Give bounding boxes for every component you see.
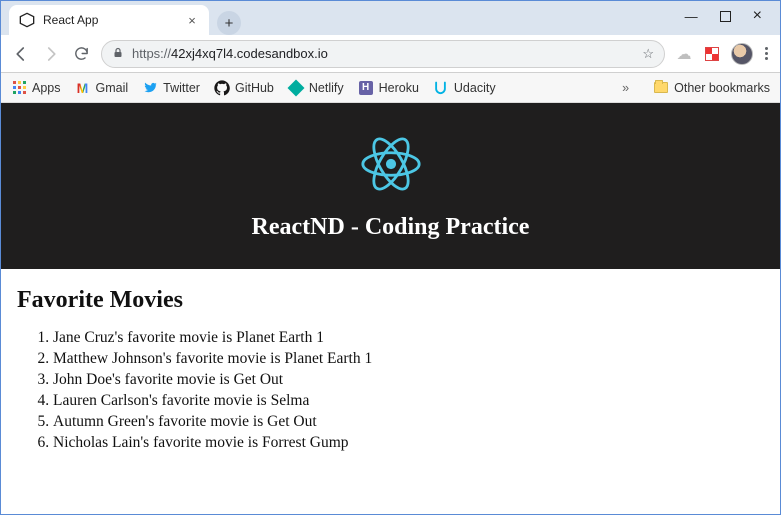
ext-cloud-icon[interactable]: ☁ (675, 45, 693, 63)
url-protocol: https:// (132, 46, 171, 61)
tab-strip: React App × + (1, 1, 685, 35)
favorite-movies-list: Jane Cruz's favorite movie is Planet Ear… (17, 328, 764, 454)
udacity-icon (433, 80, 449, 96)
bookmark-label: Twitter (163, 81, 200, 95)
bookmark-label: Udacity (454, 81, 496, 95)
bookmarks-overflow-icon[interactable]: » (622, 81, 629, 95)
browser-toolbar: https://42xj4xq7l4.codesandbox.io ☆ ☁ (1, 35, 780, 73)
browser-tab-active[interactable]: React App × (9, 5, 209, 35)
page-content: Favorite Movies Jane Cruz's favorite mov… (1, 269, 780, 472)
bookmark-star-icon[interactable]: ☆ (642, 46, 654, 62)
react-favicon-icon (19, 12, 35, 28)
react-logo-icon (356, 133, 426, 198)
url-host: 42xj4xq7l4.codesandbox.io (171, 46, 328, 61)
list-item: Nicholas Lain's favorite movie is Forres… (53, 433, 764, 454)
window-controls: — × (685, 1, 780, 25)
tab-close-icon[interactable]: × (185, 13, 199, 27)
list-item: John Doe's favorite movie is Get Out (53, 370, 764, 391)
nav-reload-button[interactable] (71, 44, 91, 64)
ext-lastpass-icon[interactable] (703, 45, 721, 63)
section-title: Favorite Movies (17, 287, 764, 314)
gmail-icon: M (75, 80, 91, 96)
tab-title: React App (43, 13, 177, 27)
bookmark-label: GitHub (235, 81, 274, 95)
bookmark-netlify[interactable]: Netlify (288, 80, 344, 96)
profile-avatar[interactable] (731, 43, 753, 65)
nav-forward-button[interactable] (41, 44, 61, 64)
url-text: https://42xj4xq7l4.codesandbox.io (132, 46, 634, 61)
bookmark-apps[interactable]: Apps (11, 80, 61, 96)
bookmark-label: Netlify (309, 81, 344, 95)
extension-icons: ☁ (675, 43, 770, 65)
page-viewport[interactable]: ReactND - Coding Practice Favorite Movie… (1, 103, 780, 514)
heroku-icon: H (358, 80, 374, 96)
bookmark-other-folder[interactable]: Other bookmarks (653, 80, 770, 96)
nav-back-button[interactable] (11, 44, 31, 64)
address-bar[interactable]: https://42xj4xq7l4.codesandbox.io ☆ (101, 40, 665, 68)
lock-icon (112, 46, 124, 62)
folder-icon (653, 80, 669, 96)
github-icon (214, 80, 230, 96)
window-minimize-button[interactable]: — (685, 9, 698, 24)
bookmark-label: Gmail (96, 81, 129, 95)
list-item: Jane Cruz's favorite movie is Planet Ear… (53, 328, 764, 349)
list-item: Lauren Carlson's favorite movie is Selma (53, 391, 764, 412)
bookmark-label: Heroku (379, 81, 419, 95)
bookmark-gmail[interactable]: M Gmail (75, 80, 129, 96)
new-tab-button[interactable]: + (217, 11, 241, 35)
bookmark-heroku[interactable]: H Heroku (358, 80, 419, 96)
bookmark-github[interactable]: GitHub (214, 80, 274, 96)
window-maximize-button[interactable] (720, 11, 731, 22)
bookmark-label: Apps (32, 81, 61, 95)
bookmark-udacity[interactable]: Udacity (433, 80, 496, 96)
twitter-icon (142, 80, 158, 96)
bookmarks-bar: Apps M Gmail Twitter GitHub Netlify H He… (1, 73, 780, 103)
window-titlebar: React App × + — × (1, 1, 780, 35)
list-item: Autumn Green's favorite movie is Get Out (53, 412, 764, 433)
hero-banner: ReactND - Coding Practice (1, 103, 780, 269)
netlify-icon (288, 80, 304, 96)
hero-title: ReactND - Coding Practice (1, 214, 780, 241)
kebab-menu-icon[interactable] (763, 47, 770, 60)
window-close-button[interactable]: × (753, 7, 762, 25)
apps-grid-icon (11, 80, 27, 96)
list-item: Matthew Johnson's favorite movie is Plan… (53, 349, 764, 370)
bookmark-label: Other bookmarks (674, 81, 770, 95)
bookmark-twitter[interactable]: Twitter (142, 80, 200, 96)
